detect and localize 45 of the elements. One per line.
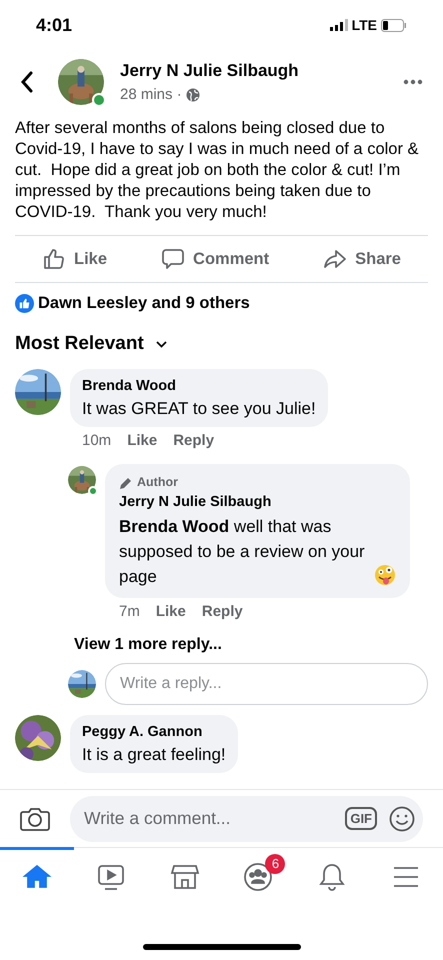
author-label: Author <box>137 474 178 492</box>
reply-text: Brenda Wood well that was supposed to be a review on your page <box>119 516 366 588</box>
like-reaction-icon <box>15 294 34 312</box>
chevron-down-icon <box>156 340 167 348</box>
silly-face-emoji-icon <box>374 564 396 586</box>
smiley-icon[interactable] <box>389 806 415 832</box>
commenter-name[interactable]: Brenda Wood <box>82 376 316 398</box>
like-link[interactable]: Like <box>127 430 158 452</box>
comment-placeholder: Write a comment... <box>84 807 232 830</box>
groups-tab[interactable]: 6 <box>221 847 296 903</box>
back-icon[interactable] <box>20 71 34 93</box>
reply-link[interactable]: Reply <box>173 430 214 452</box>
commenter-name[interactable]: Jerry N Julie Silbaugh <box>119 492 396 514</box>
post-text: After several months of salons being closed due to Covid-19, I have to say I was in much need of a color & cut. Hope did a great job on both the color & cut! I’m impressed by the precautions being taken due to COVID-19. Thank you very much! <box>14 118 420 223</box>
share-button[interactable]: Share <box>315 242 409 276</box>
groups-icon <box>242 860 274 892</box>
globe-icon <box>186 88 200 102</box>
speech-bubble-icon <box>161 247 186 271</box>
comment-text: It is a great feeling! <box>82 744 226 766</box>
battery-icon <box>381 18 407 32</box>
network-label: LTE <box>352 16 377 34</box>
signal-icon <box>330 19 348 31</box>
camera-icon[interactable] <box>20 806 50 832</box>
gif-button[interactable]: GIF <box>345 806 377 830</box>
commenter-name[interactable]: Peggy A. Gannon <box>82 722 226 744</box>
pencil-icon <box>119 476 133 490</box>
comment-field[interactable]: Write a comment... GIF <box>70 796 423 842</box>
share-arrow-icon <box>323 247 348 271</box>
notification-badge: 6 <box>265 854 286 874</box>
comment-time: 10m <box>82 430 112 451</box>
author-name[interactable]: Jerry N Julie Silbaugh <box>120 58 387 84</box>
like-button[interactable]: Like <box>34 242 116 276</box>
comment-button[interactable]: Comment <box>153 242 278 276</box>
post-time: 28 mins · <box>120 84 182 104</box>
reply-field[interactable]: Write a reply... <box>105 663 428 706</box>
reply-link[interactable]: Reply <box>202 600 243 624</box>
clock: 4:01 <box>36 14 72 36</box>
more-icon[interactable] <box>403 79 423 85</box>
thumbs-up-icon <box>42 247 66 271</box>
comment-text: It was GREAT to see you Julie! <box>82 398 316 420</box>
sort-dropdown[interactable]: Most Relevant <box>0 323 182 365</box>
view-more-replies-link[interactable]: View 1 more reply... <box>74 633 222 658</box>
comment-time: 7m <box>119 602 140 622</box>
reaction-summary[interactable]: Dawn Leesley and 9 others <box>38 290 250 316</box>
like-link[interactable]: Like <box>156 600 186 624</box>
